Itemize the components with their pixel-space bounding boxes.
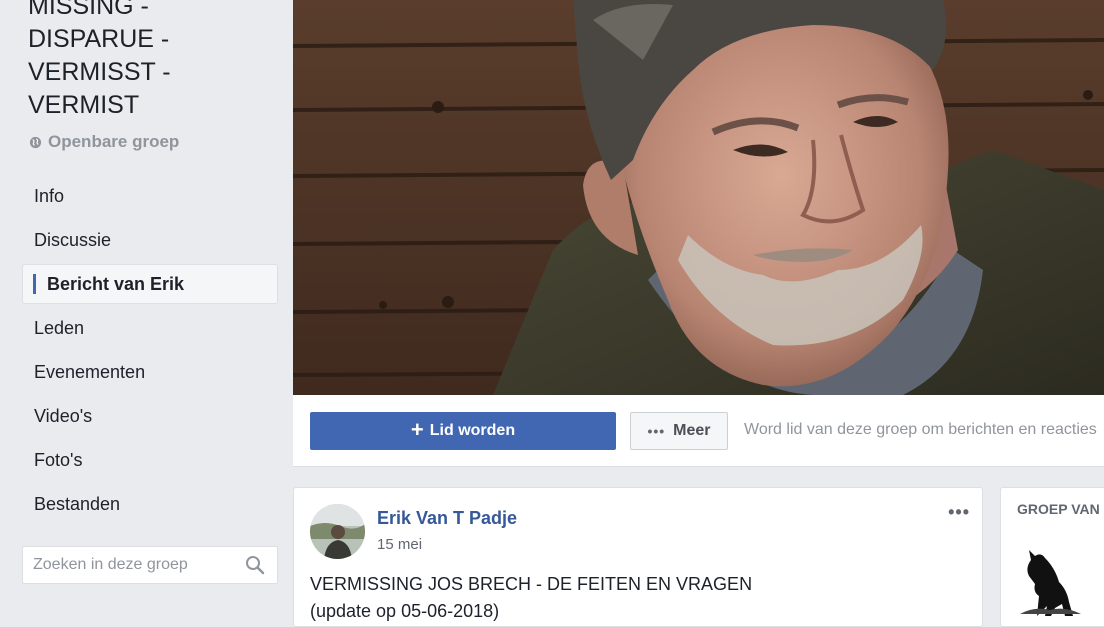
sidebar-item-bestanden[interactable]: Bestanden — [22, 484, 278, 524]
sidebar-item-videos[interactable]: Video's — [22, 396, 278, 436]
sidebar-item-info[interactable]: Info — [22, 176, 278, 216]
privacy-label: Openbare groep — [48, 132, 180, 151]
sidebar-item-discussie[interactable]: Discussie — [22, 220, 278, 260]
group-title-line: VERMISST - — [28, 58, 171, 86]
group-title[interactable]: MISSING - DISPARUE - VERMISST - VERMIST — [28, 0, 278, 122]
cover-image — [293, 0, 1104, 395]
more-button[interactable]: ••• Meer — [630, 412, 728, 450]
group-action-bar: + Lid worden ••• Meer Word lid van deze … — [293, 395, 1104, 467]
group-title-line: DISPARUE - — [28, 25, 170, 53]
plus-icon: + — [410, 417, 424, 442]
group-title-line: MISSING - — [28, 0, 149, 20]
more-button-label: Meer — [673, 422, 711, 439]
search-input[interactable] — [23, 547, 238, 583]
globe-icon — [29, 136, 42, 148]
wolf-icon[interactable] — [1015, 546, 1085, 616]
cover-photo[interactable] — [293, 0, 1104, 395]
search-icon[interactable] — [245, 555, 265, 575]
sidebar-item-bericht-van-erik[interactable]: Bericht van Erik — [22, 264, 278, 304]
group-nav: Info Discussie Bericht van Erik Leden Ev… — [22, 176, 278, 528]
join-button-label: Lid worden — [429, 422, 516, 439]
post-text: VERMISSING JOS BRECH - DE FEITEN EN VRAG… — [310, 571, 752, 625]
post-card: Erik Van T Padje 15 mei ••• VERMISSING J… — [293, 487, 983, 627]
join-hint-text: Word lid van deze groep om berichten en … — [744, 421, 1097, 438]
dots-icon: ••• — [647, 423, 666, 439]
post-text-line: (update op 05-06-2018) — [310, 601, 500, 621]
right-column-title: GROEP VAN — [1017, 501, 1100, 517]
avatar[interactable] — [310, 504, 365, 559]
group-title-line: VERMIST — [28, 91, 140, 119]
sidebar-item-leden[interactable]: Leden — [22, 308, 278, 348]
sidebar-item-label: Bericht van Erik — [47, 273, 185, 294]
post-options-icon[interactable]: ••• — [948, 502, 970, 523]
post-text-line: VERMISSING JOS BRECH - DE FEITEN EN VRAG… — [310, 574, 753, 594]
post-author[interactable]: Erik Van T Padje — [377, 508, 517, 529]
sidebar-footer-cut: ·· ·· · — [30, 606, 140, 620]
group-search — [22, 546, 278, 584]
join-group-button[interactable]: + Lid worden — [310, 412, 616, 450]
right-column-card: GROEP VAN — [1000, 487, 1104, 627]
group-privacy: Openbare groep — [29, 132, 179, 152]
post-date[interactable]: 15 mei — [377, 536, 422, 553]
avatar-image — [310, 504, 365, 559]
sidebar-item-evenementen[interactable]: Evenementen — [22, 352, 278, 392]
sidebar-item-fotos[interactable]: Foto's — [22, 440, 278, 480]
